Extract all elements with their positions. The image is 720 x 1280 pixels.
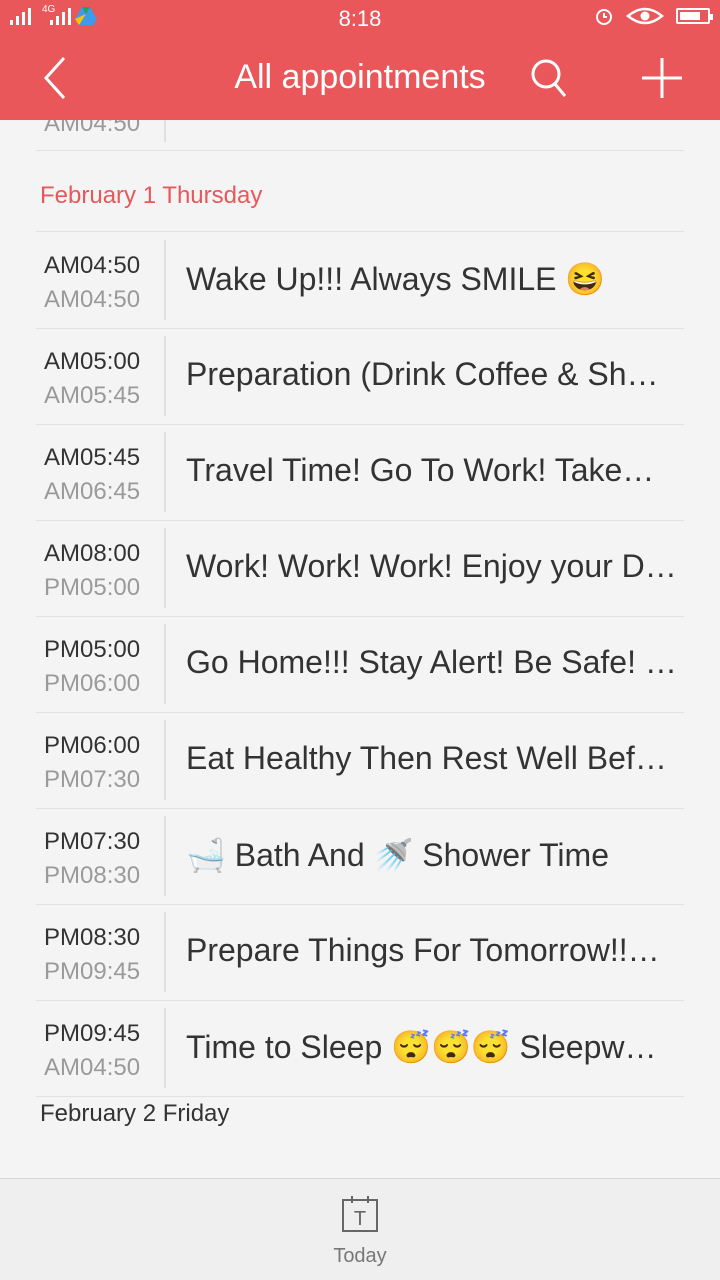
appointment-start-time: AM08:00 [44,540,141,567]
appointment-end-time: AM04:50 [44,120,141,137]
divider [164,912,166,992]
appointment-start-time: PM07:30 [44,828,141,855]
appointment-start-time: AM05:00 [44,348,141,375]
appointment-row[interactable]: PM08:30 PM09:45 Prepare Things For Tomorro… [36,904,684,1001]
divider [164,624,166,704]
bottom-nav: T Today [0,1178,720,1280]
appointment-end-time: AM04:50 [44,286,141,313]
divider [164,720,166,800]
appointment-start-time: PM05:00 [44,636,141,663]
date-header: February 1 Thursday [40,182,263,209]
appointment-end-time: PM09:45 [44,958,141,985]
appointment-title: Wake Up!!! Always SMILE 😆 [186,261,606,297]
appointment-title: Preparation (Drink Coffee & Sh… [186,356,659,392]
calendar-today-icon[interactable]: T [341,1195,379,1233]
appointment-end-time: PM08:30 [44,862,141,889]
appointment-end-time: AM04:50 [44,1054,141,1081]
appointment-title: Prepare Things For Tomorrow!!… [186,932,660,968]
app-header: 4G 8:18 All appointments [0,0,720,120]
appointment-start-time: PM08:30 [44,924,141,951]
svg-text:T: T [354,1208,366,1230]
page-title: All appointments [234,58,486,96]
appointment-title: Time to Sleep 😴😴😴 Sleepw… [186,1029,657,1065]
appointment-title: Eat Healthy Then Rest Well Bef… [186,740,667,776]
divider [164,240,166,320]
divider [164,432,166,512]
appointment-title: Work! Work! Work! Enjoy your D… [186,548,677,584]
appointment-row[interactable]: PM09:45 AM04:50 Time to Sleep 😴😴😴 Sleepw… [36,1000,684,1097]
battery-icon [676,8,713,24]
appointment-start-time: AM05:45 [44,444,141,471]
today-button-label[interactable]: Today [0,1245,720,1268]
appointment-title: 🛁 Bath And 🚿 Shower Time [186,837,609,873]
appointment-row[interactable]: AM08:00 PM05:00 Work! Work! Work! Enjoy yo… [36,520,684,617]
status-bar: 4G 8:18 [0,0,720,38]
date-header: February 2 Friday [40,1100,230,1127]
eye-icon [626,7,664,25]
appointment-end-time: PM05:00 [44,574,141,601]
appointment-start-time: PM09:45 [44,1020,141,1047]
appointment-title: Travel Time! Go To Work! Take… [186,452,655,488]
appointment-row[interactable]: AM05:45 AM06:45 Travel Time! Go To Work! T… [36,424,684,521]
appointment-end-time: PM07:30 [44,766,141,793]
appointment-row[interactable]: AM04:50 AM04:50 Wake Up!!! Always SMILE 😆 [36,232,684,329]
appointment-row[interactable]: PM07:30 PM08:30 🛁 Bath And 🚿 Shower Time [36,808,684,905]
appointment-title: Go Home!!! Stay Alert! Be Safe! … [186,644,677,680]
search-button[interactable] [528,56,568,100]
list-item[interactable]: AM04:50 [36,120,684,151]
appointment-end-time: PM06:00 [44,670,141,697]
divider [164,816,166,896]
appointment-start-time: AM04:50 [44,252,141,279]
add-appointment-button[interactable] [640,56,684,100]
divider [164,528,166,608]
appointment-row[interactable]: AM05:00 AM05:45 Preparation (Drink Coffee … [36,328,684,425]
appointment-list[interactable]: AM04:50 February 1 Thursday AM04:50 AM04:5… [0,120,720,1178]
appointment-start-time: PM06:00 [44,732,141,759]
divider [164,1008,166,1088]
alarm-icon [596,9,612,25]
appointment-row[interactable]: PM05:00 PM06:00 Go Home!!! Stay Alert! Be … [36,616,684,713]
appointment-end-time: AM05:45 [44,382,141,409]
divider [164,120,166,142]
appointment-row[interactable]: PM06:00 PM07:30 Eat Healthy Then Rest Well… [36,712,684,809]
appointment-end-time: AM06:45 [44,478,141,505]
divider [164,336,166,416]
toolbar: All appointments [0,38,720,120]
